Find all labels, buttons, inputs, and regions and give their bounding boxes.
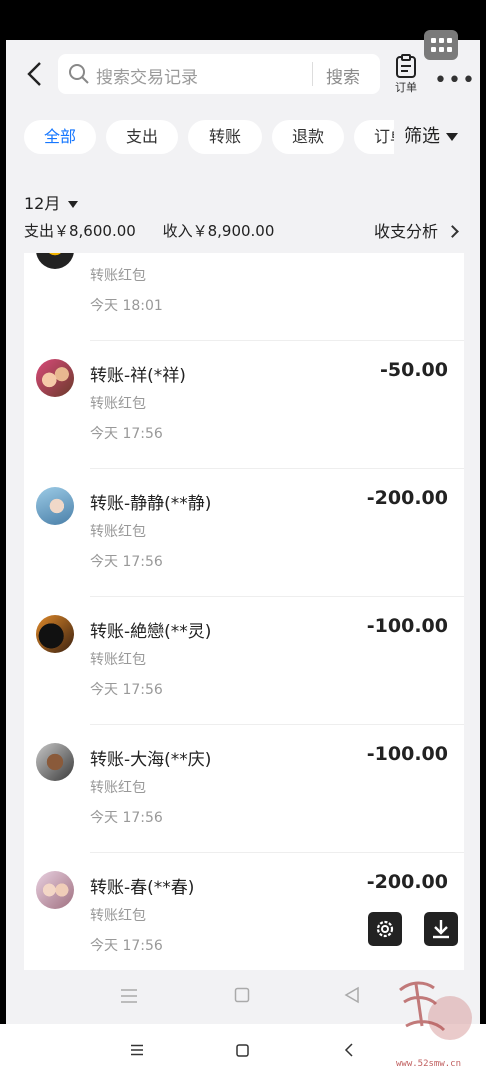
status-bar — [0, 0, 486, 40]
header: 搜索交易记录 搜索 订单 ••• — [6, 40, 480, 110]
app-window: 搜索交易记录 搜索 订单 ••• 全部 支出 转账 退款 订单 筛选 12月 支… — [6, 40, 480, 1024]
transaction-type: 转账红包 — [90, 780, 146, 796]
tab-all[interactable]: 全部 — [24, 120, 96, 154]
avatar — [36, 487, 74, 525]
menu-icon[interactable] — [130, 1044, 144, 1056]
month-label: 12月 — [24, 194, 61, 213]
home-icon[interactable] — [234, 987, 250, 1003]
search-icon — [69, 64, 89, 84]
transaction-title: 转账-祥(*祥) — [90, 366, 186, 386]
transaction-title: 转账-静静(**静) — [90, 494, 212, 514]
transaction-type: 转账红包 — [90, 268, 146, 284]
tab-transfer[interactable]: 转账 — [188, 120, 262, 154]
transaction-time: 今天 18:01 — [90, 298, 163, 314]
month-dropdown-icon — [68, 201, 79, 208]
search-button[interactable]: 搜索 — [326, 63, 360, 88]
more-options-icon[interactable]: ••• — [434, 68, 476, 93]
back-icon[interactable] — [344, 986, 360, 1004]
filter-dropdown-icon — [446, 133, 458, 141]
download-icon — [433, 920, 449, 939]
list-item[interactable]: 转账-大海(**庆) -100.00 转账红包 今天 17:56 — [24, 725, 464, 853]
transaction-amount: -100.00 — [366, 743, 448, 765]
back-icon[interactable] — [344, 1043, 354, 1057]
transaction-amount: -100.00 — [366, 615, 448, 637]
search-bar[interactable]: 搜索交易记录 搜索 — [58, 54, 380, 94]
settings-button[interactable] — [368, 912, 402, 946]
avatar — [36, 871, 74, 909]
filter-button[interactable]: 筛选 — [394, 120, 480, 154]
analysis-label: 收支分析 — [374, 222, 439, 241]
filter-tabs: 全部 支出 转账 退款 订单 筛选 — [6, 120, 480, 156]
transaction-amount: -50.00 — [380, 359, 448, 381]
transaction-title: 转账-絶戀(**灵) — [90, 622, 212, 642]
transaction-title: 转账-春(**春) — [90, 878, 195, 898]
watermark-url: www.52smw.cn — [396, 1059, 462, 1069]
list-item[interactable]: 转账-静静(**静) -200.00 转账红包 今天 17:56 — [24, 469, 464, 597]
chevron-right-icon — [446, 225, 459, 238]
monthly-summary: 支出￥8,600.00 收入￥8,900.00 — [24, 220, 296, 241]
orders-label: 订单 — [395, 81, 417, 94]
expense-total: 支出￥8,600.00 — [24, 222, 136, 240]
transaction-amount: -200.00 — [366, 487, 448, 509]
tab-expense[interactable]: 支出 — [106, 120, 178, 154]
avatar — [36, 253, 74, 269]
transaction-type: 转账红包 — [90, 396, 146, 412]
orders-button[interactable]: 订单 — [390, 54, 422, 98]
back-arrow-icon[interactable] — [24, 60, 46, 88]
list-item[interactable]: 转账-祥(*祥) -50.00 转账红包 今天 17:56 — [24, 341, 464, 469]
clipboard-icon — [396, 54, 416, 78]
transaction-list: 转账红包 今天 18:01 转账-祥(*祥) -50.00 转账红包 今天 17… — [24, 253, 464, 973]
transaction-type: 转账红包 — [90, 908, 146, 924]
app-grid-icon[interactable] — [424, 30, 458, 60]
transaction-time: 今天 17:56 — [90, 938, 163, 954]
gear-icon — [376, 920, 394, 938]
transaction-title: 转账-大海(**庆) — [90, 750, 212, 770]
month-selector[interactable]: 12月 — [24, 190, 79, 214]
menu-icon[interactable] — [120, 988, 138, 1004]
home-icon[interactable] — [236, 1044, 249, 1057]
transaction-type: 转账红包 — [90, 652, 146, 668]
list-item[interactable]: 转账-絶戀(**灵) -100.00 转账红包 今天 17:56 — [24, 597, 464, 725]
watermark-seal — [399, 981, 472, 1040]
transaction-time: 今天 17:56 — [90, 682, 163, 698]
tab-refund[interactable]: 退款 — [272, 120, 344, 154]
avatar — [36, 359, 74, 397]
download-button[interactable] — [424, 912, 458, 946]
analysis-link[interactable]: 收支分析 — [374, 218, 459, 242]
filter-label: 筛选 — [404, 126, 440, 147]
search-divider — [312, 62, 313, 86]
transaction-type: 转账红包 — [90, 524, 146, 540]
income-total: 收入￥8,900.00 — [162, 222, 275, 240]
transaction-time: 今天 17:56 — [90, 554, 163, 570]
list-item[interactable]: 转账红包 今天 18:01 — [24, 253, 464, 341]
transaction-amount: -200.00 — [366, 871, 448, 893]
avatar — [36, 743, 74, 781]
avatar — [36, 615, 74, 653]
transaction-time: 今天 17:56 — [90, 426, 163, 442]
transaction-time: 今天 17:56 — [90, 810, 163, 826]
search-input[interactable]: 搜索交易记录 — [96, 63, 198, 88]
